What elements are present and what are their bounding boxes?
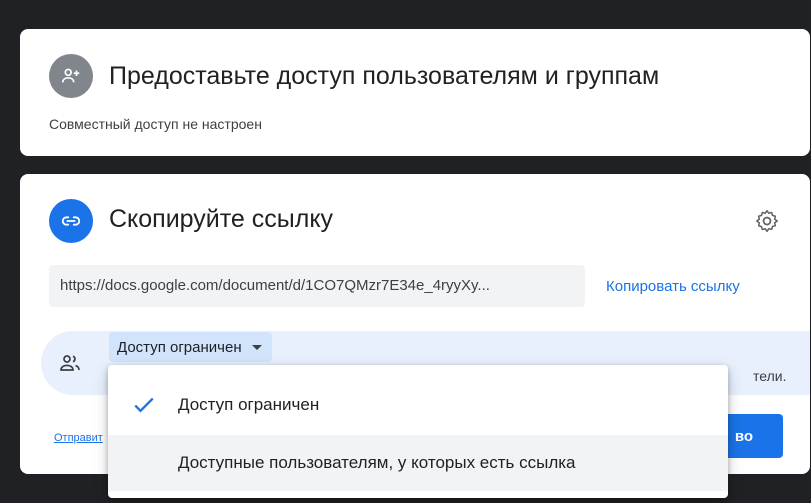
share-people-title: Предоставьте доступ пользователям и груп… (109, 62, 660, 90)
link-url-field[interactable]: https://docs.google.com/document/d/1CO7Q… (49, 265, 585, 307)
menu-item-anyone-with-link[interactable]: Доступные пользователям, у которых есть … (108, 435, 728, 491)
caret-down-icon (251, 344, 262, 350)
menu-item-label: Доступ ограничен (178, 395, 320, 414)
person-add-icon (49, 54, 93, 98)
copy-link-button[interactable]: Копировать ссылку (606, 278, 740, 295)
checkmark-icon (130, 391, 158, 424)
share-people-card: Предоставьте доступ пользователям и груп… (20, 29, 810, 156)
link-icon (49, 199, 93, 243)
access-level-menu: Доступ ограничен Доступные пользователям… (108, 365, 728, 498)
access-hint-text: тели. (753, 368, 787, 384)
menu-item-restricted[interactable]: Доступ ограничен (108, 377, 728, 433)
done-button-label: во (734, 427, 753, 445)
group-icon (58, 351, 82, 375)
sharing-status: Совместный доступ не настроен (49, 116, 262, 132)
send-feedback-link[interactable]: Отправит (54, 432, 103, 444)
access-level-dropdown[interactable]: Доступ ограничен (109, 332, 272, 362)
menu-item-label: Доступные пользователям, у которых есть … (178, 453, 576, 472)
access-level-label: Доступ ограничен (117, 338, 242, 356)
copy-link-title: Скопируйте ссылку (109, 205, 334, 233)
gear-icon[interactable] (754, 208, 780, 234)
